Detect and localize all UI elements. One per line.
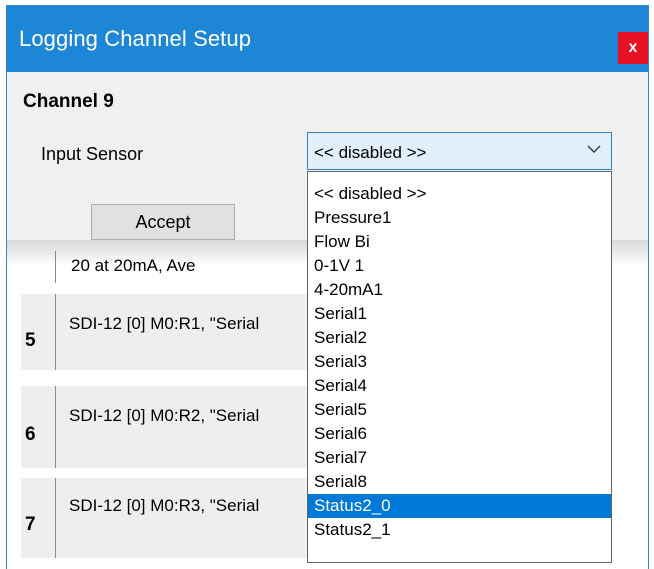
dropdown-option-4-20ma1[interactable]: 4-20mA1 (308, 278, 611, 302)
partial-row-text: 20 at 20mA, Ave (71, 256, 196, 275)
dropdown-option-serial3[interactable]: Serial3 (308, 350, 611, 374)
title-bar: Logging Channel Setup x (7, 6, 648, 72)
input-sensor-label: Input Sensor (41, 144, 144, 164)
row-text: SDI-12 [0] M0:R2, "Serial (69, 406, 260, 425)
list-row-6[interactable]: 6 SDI-12 [0] M0:R2, "Serial (21, 386, 321, 468)
input-sensor-value: << disabled >> (314, 143, 427, 162)
dropdown-option-0-1v-1[interactable]: 0-1V 1 (308, 254, 611, 278)
row-divider (55, 294, 56, 370)
row-number: 6 (25, 424, 36, 445)
dropdown-option-status2-0[interactable]: Status2_0 (308, 494, 611, 518)
dialog-window: Logging Channel Setup x Channel 9 Input … (6, 5, 649, 569)
dropdown-option-pressure1[interactable]: Pressure1 (308, 206, 611, 230)
window-title: Logging Channel Setup (19, 26, 252, 51)
dropdown-option-serial2[interactable]: Serial2 (308, 326, 611, 350)
channel-label: Channel 9 (23, 91, 114, 112)
close-button[interactable]: x (618, 32, 648, 64)
accept-button-label: Accept (135, 211, 191, 232)
dropdown-option-serial1[interactable]: Serial1 (308, 302, 611, 326)
chevron-down-icon (587, 145, 601, 153)
input-sensor-dropdown-list[interactable]: << disabled >> Pressure1 Flow Bi 0-1V 1 … (307, 171, 612, 563)
dropdown-option-flow-bi[interactable]: Flow Bi (308, 230, 611, 254)
row-number: 5 (25, 330, 36, 351)
list-row-5[interactable]: 5 SDI-12 [0] M0:R1, "Serial (21, 294, 321, 370)
row-divider (55, 478, 56, 558)
list-row-7[interactable]: 7 SDI-12 [0] M0:R3, "Serial (21, 478, 321, 558)
row-text: SDI-12 [0] M0:R1, "Serial (69, 314, 260, 333)
dropdown-option-serial4[interactable]: Serial4 (308, 374, 611, 398)
dropdown-option-serial6[interactable]: Serial6 (308, 422, 611, 446)
close-icon: x (628, 39, 638, 56)
input-sensor-select[interactable]: << disabled >> (307, 132, 612, 170)
dropdown-option-status2-1[interactable]: Status2_1 (308, 518, 611, 542)
row-number: 7 (25, 514, 36, 535)
dropdown-option-serial5[interactable]: Serial5 (308, 398, 611, 422)
dropdown-option-serial8[interactable]: Serial8 (308, 470, 611, 494)
row-text: SDI-12 [0] M0:R3, "Serial (69, 496, 260, 515)
dropdown-option-serial7[interactable]: Serial7 (308, 446, 611, 470)
accept-button[interactable]: Accept (91, 204, 235, 240)
row-divider (55, 386, 56, 468)
dropdown-option-disabled[interactable]: << disabled >> (308, 182, 611, 206)
row-divider (55, 251, 56, 283)
